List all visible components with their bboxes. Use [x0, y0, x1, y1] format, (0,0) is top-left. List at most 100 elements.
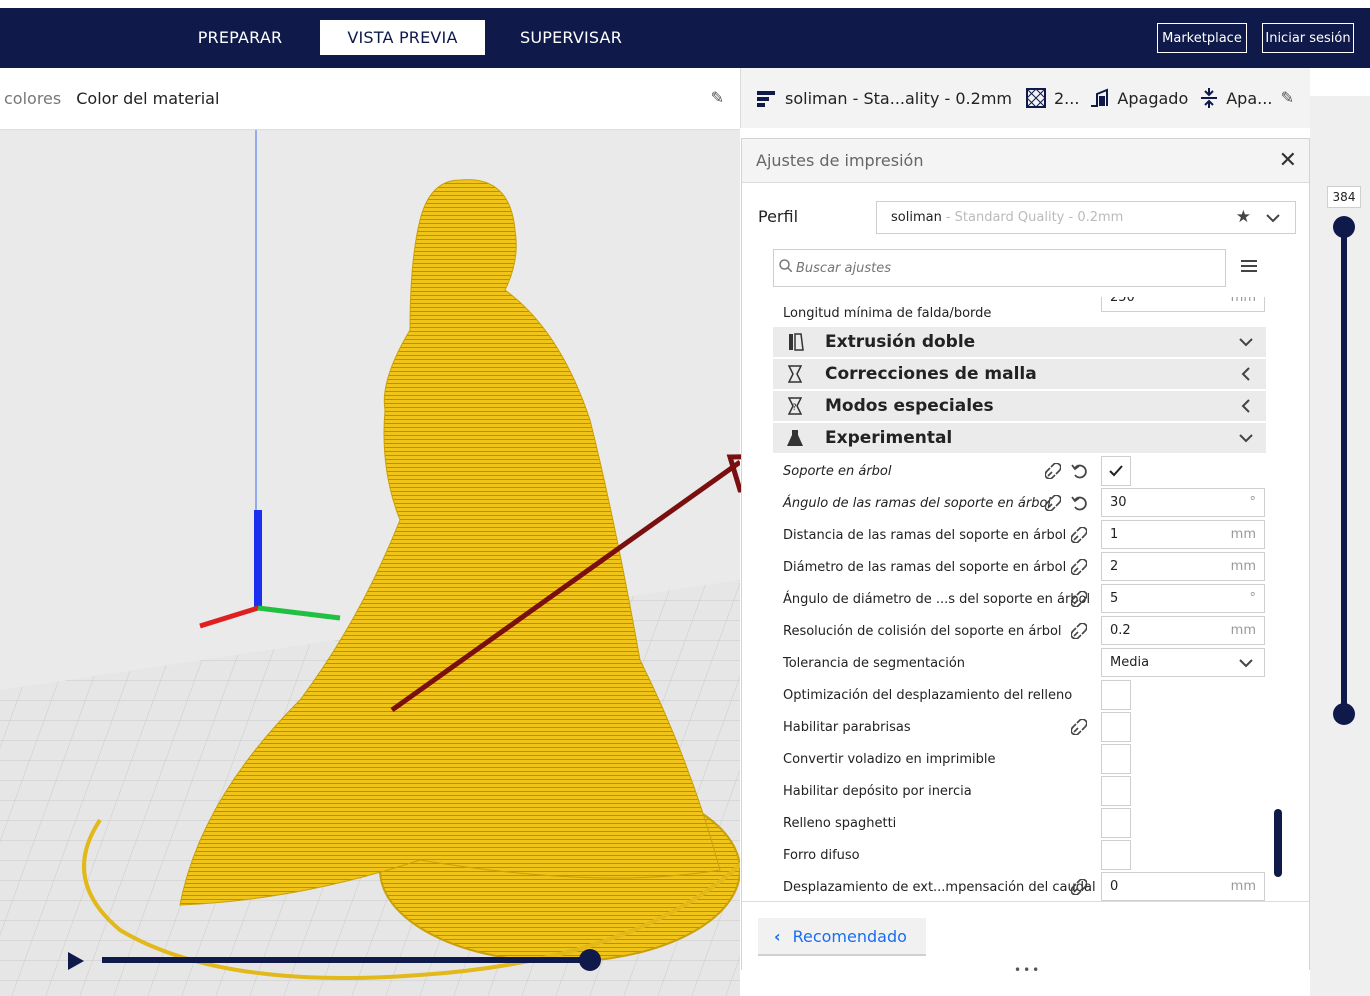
category-label: Experimental	[825, 428, 953, 448]
marketplace-button[interactable]: Marketplace	[1157, 23, 1247, 53]
chevron-left-icon	[1241, 399, 1250, 413]
setting-label: Habilitar depósito por inercia	[783, 783, 972, 799]
link-icon[interactable]	[1071, 879, 1087, 895]
tab-preparar[interactable]: PREPARAR	[172, 20, 308, 55]
play-icon[interactable]	[66, 950, 86, 972]
link-icon[interactable]	[1071, 623, 1087, 639]
setting-tree-diameter-angle: Ángulo de diámetro de ...s del soporte e…	[783, 583, 1266, 615]
chevron-down-icon	[1239, 434, 1253, 443]
special-modes-icon: ?	[787, 397, 803, 415]
chevron-down-icon	[1239, 659, 1253, 668]
category-dual-extrusion[interactable]: Extrusión doble	[773, 327, 1266, 357]
print-settings-summary[interactable]: soliman - Sta...ality - 0.2mm 2... Apaga…	[740, 68, 1310, 128]
mesh-fixes-icon	[787, 365, 803, 383]
setting-label: Optimización del desplazamiento del rell…	[783, 687, 1073, 703]
tree-support-checkbox[interactable]	[1101, 456, 1131, 486]
layer-slider-top-handle[interactable]	[1333, 216, 1355, 238]
profile-label: Perfil	[758, 207, 799, 226]
chevron-down-icon[interactable]	[1265, 210, 1281, 226]
coasting-checkbox[interactable]	[1101, 776, 1131, 806]
reset-icon[interactable]	[1071, 462, 1089, 480]
flow-compensation-offset-field[interactable]: 0 mm	[1101, 872, 1265, 901]
skirt-min-length-field[interactable]: 250 mm	[1101, 297, 1265, 312]
setting-label: Forro difuso	[783, 847, 860, 863]
pencil-icon[interactable]: ✎	[711, 88, 724, 107]
setting-label: Distancia de las ramas del soporte en ár…	[783, 527, 1067, 543]
reset-icon[interactable]	[1071, 494, 1089, 512]
infill-travel-optimization-checkbox[interactable]	[1101, 680, 1131, 710]
field-unit: mm	[1230, 623, 1256, 638]
setting-label: Relleno spaghetti	[783, 815, 897, 831]
color-scheme-bar[interactable]: colores Color del material ✎	[0, 68, 740, 130]
setting-label: Convertir voladizo en imprimible	[783, 751, 996, 767]
scrollbar-thumb[interactable]	[1274, 809, 1282, 877]
setting-fuzzy-skin: Forro difuso	[783, 839, 1266, 871]
summary-support: Apagado	[1117, 88, 1189, 108]
recommended-button[interactable]: ‹ Recomendado	[758, 918, 926, 956]
category-mesh-fixes[interactable]: Correcciones de malla	[773, 359, 1266, 389]
field-value: 30	[1110, 495, 1127, 510]
field-unit: mm	[1230, 879, 1256, 894]
x-axis	[199, 605, 259, 629]
pencil-icon[interactable]: ✎	[1281, 88, 1294, 107]
close-icon[interactable]: ✕	[1279, 148, 1297, 173]
login-button[interactable]: Iniciar sesión	[1262, 23, 1354, 53]
layer-slider-bottom-handle[interactable]	[1333, 703, 1355, 725]
svg-text:?: ?	[792, 403, 797, 413]
print-settings-panel: Ajustes de impresión ✕ Perfil soliman - …	[741, 138, 1310, 977]
star-icon[interactable]: ★	[1236, 207, 1251, 227]
y-axis	[257, 605, 341, 621]
settings-list[interactable]: Longitud mínima de falda/borde 250 mm Ex…	[742, 297, 1287, 902]
profile-name: soliman	[891, 210, 942, 225]
setting-draft-shield: Habilitar parabrisas	[783, 711, 1266, 743]
tree-diameter-angle-field[interactable]: 5 °	[1101, 584, 1265, 613]
support-icon	[1091, 88, 1109, 107]
search-input[interactable]	[773, 249, 1226, 287]
category-label: Modos especiales	[825, 396, 994, 416]
link-icon[interactable]	[1071, 591, 1087, 607]
playback-slider-handle[interactable]	[579, 949, 601, 971]
category-experimental[interactable]: Experimental	[773, 423, 1266, 453]
category-special-modes[interactable]: ? Modos especiales	[773, 391, 1266, 421]
link-icon[interactable]	[1071, 559, 1087, 575]
field-value: 0.2	[1110, 623, 1131, 638]
field-unit: mm	[1230, 559, 1256, 574]
tree-branch-angle-field[interactable]: 30 °	[1101, 488, 1265, 517]
field-unit: °	[1249, 591, 1257, 606]
link-icon[interactable]	[1071, 719, 1087, 735]
link-icon[interactable]	[1045, 463, 1061, 479]
layer-value-badge[interactable]: 384	[1327, 186, 1361, 208]
3d-viewport[interactable]	[0, 130, 740, 996]
tab-supervisar[interactable]: SUPERVISAR	[500, 20, 642, 55]
conical-overhang-checkbox[interactable]	[1101, 744, 1131, 774]
panel-footer: ‹ Recomendado	[742, 901, 1309, 971]
setting-tree-branch-angle: Ángulo de las ramas del soporte en árbol…	[783, 487, 1266, 519]
link-icon[interactable]	[1071, 527, 1087, 543]
spaghetti-infill-checkbox[interactable]	[1101, 808, 1131, 838]
select-value: Media	[1110, 655, 1150, 670]
tab-vista-previa[interactable]: VISTA PREVIA	[320, 20, 485, 55]
setting-label: Soporte en árbol	[783, 463, 892, 479]
drag-handle-icon[interactable]: •••	[1014, 963, 1041, 977]
setting-label: Desplazamiento de ext...mpensación del c…	[783, 879, 1096, 895]
link-icon[interactable]	[1045, 495, 1061, 511]
setting-skirt-min-length: Longitud mínima de falda/borde 250 mm	[783, 297, 1266, 329]
field-unit: mm	[1230, 527, 1256, 542]
profile-select[interactable]: soliman - Standard Quality - 0.2mm ★	[876, 201, 1296, 234]
top-navigation-bar: PREPARAR VISTA PREVIA SUPERVISAR Marketp…	[0, 8, 1370, 68]
fuzzy-skin-checkbox[interactable]	[1101, 840, 1131, 870]
setting-slicing-tolerance: Tolerancia de segmentación Media	[783, 647, 1266, 679]
field-value: 5	[1110, 591, 1119, 606]
draft-shield-checkbox[interactable]	[1101, 712, 1131, 742]
tree-collision-resolution-field[interactable]: 0.2 mm	[1101, 616, 1265, 645]
setting-coasting: Habilitar depósito por inercia	[783, 775, 1266, 807]
slicing-tolerance-select[interactable]: Media	[1101, 648, 1265, 677]
color-scheme-value[interactable]: Color del material	[76, 89, 219, 108]
field-unit: mm	[1230, 297, 1256, 305]
menu-icon[interactable]	[1240, 257, 1258, 275]
tree-branch-distance-field[interactable]: 1 mm	[1101, 520, 1265, 549]
playback-slider-track[interactable]	[102, 957, 592, 963]
summary-infill: 2...	[1053, 88, 1080, 108]
tree-branch-diameter-field[interactable]: 2 mm	[1101, 552, 1265, 581]
layer-slider-track[interactable]	[1341, 228, 1347, 714]
